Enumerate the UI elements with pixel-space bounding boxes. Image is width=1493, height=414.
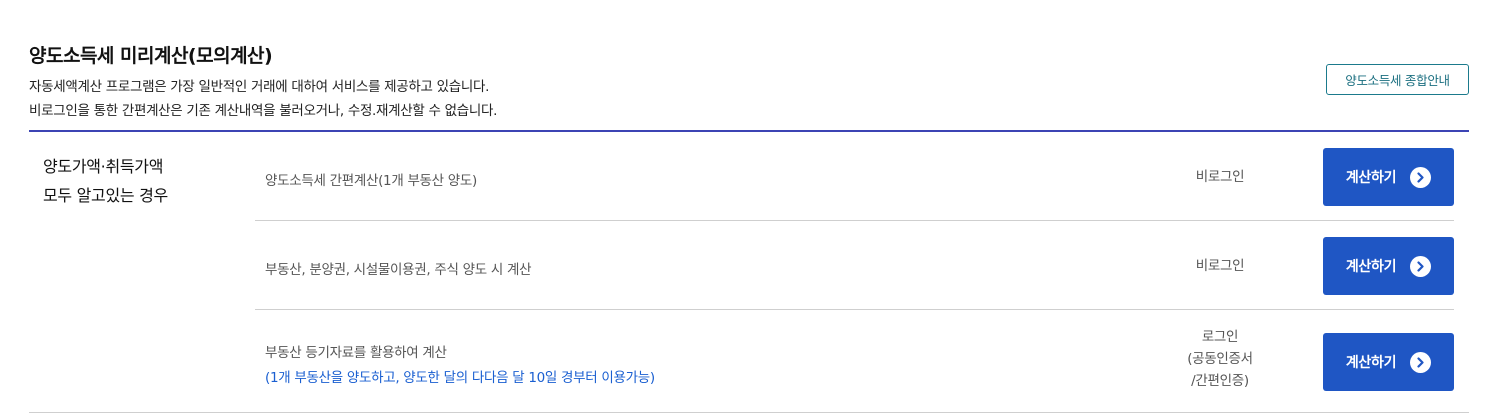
- row-title: 부동산, 분양권, 시설물이용권, 주식 양도 시 계산: [265, 262, 532, 278]
- calc-row-assets: 부동산, 분양권, 시설물이용권, 주식 양도 시 계산 비로그인 계산하기: [255, 222, 1454, 310]
- chevron-right-circle-icon: [1410, 166, 1432, 188]
- auth-type-line-1: 로그인: [1201, 329, 1239, 345]
- page: 양도소득세 미리계산(모의계산) 자동세액계산 프로그램은 가장 일반적인 거래…: [0, 0, 1493, 414]
- calc-row-simple: 양도소득세 간편계산(1개 부동산 양도) 비로그인 계산하기: [255, 133, 1454, 221]
- auth-type-line-1: 비로그인: [1195, 258, 1245, 274]
- auth-type-line-2: (공동인증서: [1187, 351, 1253, 367]
- description-line-2: 비로그인을 통한 간편계산은 기존 계산내역을 불러오거나, 수정.재계산할 수…: [29, 103, 498, 119]
- section-top-divider: [29, 130, 1469, 132]
- calculate-button-simple[interactable]: 계산하기: [1323, 148, 1454, 206]
- category-label-line-1: 양도가액·취득가액: [43, 157, 164, 176]
- row-note: (1개 부동산을 양도하고, 양도한 달의 다다음 달 10일 경부터 이용가능…: [265, 370, 655, 386]
- category-label: 양도가액·취득가액 모두 알고있는 경우: [43, 152, 168, 210]
- category-label-line-2: 모두 알고있는 경우: [43, 186, 168, 205]
- calculate-button-label: 계산하기: [1345, 355, 1397, 371]
- chevron-right-circle-icon: [1410, 351, 1432, 373]
- calculate-button-label: 계산하기: [1345, 259, 1397, 275]
- row-title: 부동산 등기자료를 활용하여 계산: [265, 345, 447, 361]
- calculate-button-label: 계산하기: [1345, 170, 1397, 186]
- capital-gains-tax-guide-button[interactable]: 양도소득세 종합안내: [1326, 64, 1469, 95]
- auth-type-line-1: 비로그인: [1195, 169, 1245, 185]
- chevron-right-circle-icon: [1410, 255, 1432, 277]
- calculate-button-assets[interactable]: 계산하기: [1323, 237, 1454, 295]
- page-title: 양도소득세 미리계산(모의계산): [29, 45, 273, 67]
- calculate-button-registry[interactable]: 계산하기: [1323, 333, 1454, 391]
- auth-type: 로그인 (공동인증서 /간편인증): [1155, 326, 1285, 392]
- calc-row-registry: 부동산 등기자료를 활용하여 계산 (1개 부동산을 양도하고, 양도한 달의 …: [255, 311, 1454, 413]
- auth-type: 비로그인: [1155, 255, 1285, 277]
- section-bottom-divider: [29, 412, 1469, 413]
- auth-type-line-3: /간편인증): [1191, 373, 1249, 389]
- description-line-1: 자동세액계산 프로그램은 가장 일반적인 거래에 대하여 서비스를 제공하고 있…: [29, 79, 490, 95]
- auth-type: 비로그인: [1155, 166, 1285, 188]
- row-title: 양도소득세 간편계산(1개 부동산 양도): [265, 173, 477, 189]
